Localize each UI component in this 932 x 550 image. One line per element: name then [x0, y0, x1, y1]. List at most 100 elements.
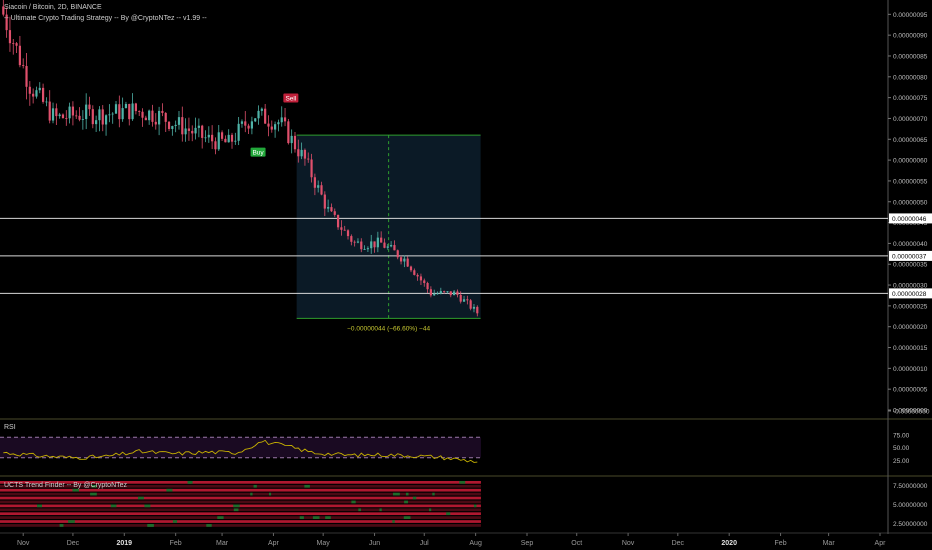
price-axis-label: 0.00000060 [893, 158, 928, 165]
candle-body [211, 134, 214, 142]
ucts-green-segment [233, 508, 239, 512]
candle-body [353, 241, 356, 243]
time-axis-label: Mar [823, 540, 836, 547]
candle-body [15, 43, 18, 46]
time-axis-label: Apr [875, 540, 887, 547]
candle-body [124, 103, 128, 109]
candle-body [104, 115, 108, 125]
ucts-green-segment [72, 488, 79, 492]
candle-body [207, 134, 210, 138]
rsi-axis-label: 25.00 [893, 458, 910, 465]
candle-body [98, 109, 101, 121]
candle-body [390, 245, 393, 247]
candle-body [71, 106, 75, 116]
ucts-green-segment [253, 484, 257, 488]
candle-body [383, 242, 386, 248]
candle-body [108, 114, 111, 116]
candle-body [25, 65, 28, 87]
ucts-green-segment [233, 504, 240, 508]
candle-body [373, 241, 376, 248]
candle-body [403, 258, 406, 262]
candle-body [254, 118, 257, 122]
ucts-stripe [0, 508, 481, 512]
ucts-green-segment [358, 508, 361, 512]
candle-body [187, 128, 191, 131]
level-price-label: 0.00000037 [892, 253, 927, 260]
ucts-pane-title: UCTS Trend Finder -- By @CryptoNTez [4, 482, 128, 489]
candle-body [181, 117, 184, 135]
rsi-pane-title: RSI [4, 424, 16, 431]
candle-body [290, 135, 293, 144]
candle-body [22, 65, 25, 66]
level-price-label: 0.00000028 [892, 291, 927, 298]
ucts-green-segment [166, 488, 173, 492]
ucts-green-segment [379, 508, 382, 512]
candle-body [472, 306, 476, 309]
price-axis-label: 0.00000040 [893, 241, 928, 248]
ucts-green-segment [147, 524, 154, 527]
time-axis-label: Apr [268, 540, 280, 547]
candle-body [214, 141, 217, 150]
candle-body [151, 110, 154, 122]
price-axis-label: 0.00000025 [893, 303, 928, 310]
candle-body [250, 121, 254, 129]
candle-body [317, 185, 320, 188]
candle-body [114, 104, 118, 114]
price-axis-label: 0.00000010 [893, 366, 928, 373]
candle-body [35, 90, 38, 97]
candle-body [78, 115, 81, 120]
price-axis-label: 0.00000075 [893, 95, 928, 102]
strategy-legend: -- Ultimate Crypto Trading Strategy -- B… [4, 15, 207, 22]
candle-body [443, 291, 446, 292]
candle-body [307, 158, 310, 160]
candle-body [38, 87, 41, 91]
candle-body [118, 104, 121, 120]
chart-canvas[interactable]: 0.00000095 0.00000090 0.00000085 0.00000080… [0, 0, 932, 550]
ucts-stripe [0, 496, 481, 500]
ucts-green-segment [59, 524, 64, 527]
ucts-stripe [0, 512, 481, 516]
candle-body [363, 249, 366, 250]
candle-body [433, 293, 436, 296]
candle-body [386, 246, 389, 248]
ucts-green-segment [405, 492, 409, 496]
candle-body [224, 138, 227, 143]
candle-body [466, 299, 469, 301]
ucts-green-segment [459, 481, 466, 484]
price-axis-label: 0.00000005 [893, 387, 928, 394]
candle-body [220, 132, 224, 139]
candle-body [283, 117, 287, 122]
price-axis-label: 0.00000020 [893, 324, 928, 331]
candle-body [313, 177, 316, 188]
price-axis-label: 0.00000015 [893, 345, 928, 352]
candle-body [161, 110, 164, 113]
candle-body [274, 124, 277, 130]
candle-body [300, 149, 303, 157]
candle-body [51, 108, 55, 121]
candle-body [336, 214, 340, 228]
ucts-axis-label: 7.50000000 [893, 483, 928, 490]
ucts-stripe [0, 488, 481, 492]
candle-body [429, 289, 432, 296]
candle-body [426, 282, 429, 290]
ucts-green-segment [312, 516, 320, 519]
candle-body [171, 126, 174, 129]
ucts-green-segment [172, 520, 178, 523]
candle-body [174, 124, 177, 127]
candle-body [469, 300, 472, 309]
ucts-green-segment [304, 484, 310, 488]
price-axis-label: 0.00000070 [893, 116, 928, 123]
ucts-stripe [0, 524, 481, 527]
candle-body [423, 280, 426, 283]
candle-body [194, 127, 197, 134]
ucts-stripe [0, 492, 481, 496]
candle-body [197, 125, 200, 128]
candle-body [452, 291, 456, 296]
ucts-green-segment [392, 492, 400, 496]
candle-body [346, 230, 350, 237]
candle-body [267, 123, 270, 127]
time-axis-label: 2020 [721, 540, 737, 547]
rsi-band [0, 437, 481, 458]
ucts-green-segment [429, 508, 432, 512]
price-axis-label: 0.00000065 [893, 137, 928, 144]
